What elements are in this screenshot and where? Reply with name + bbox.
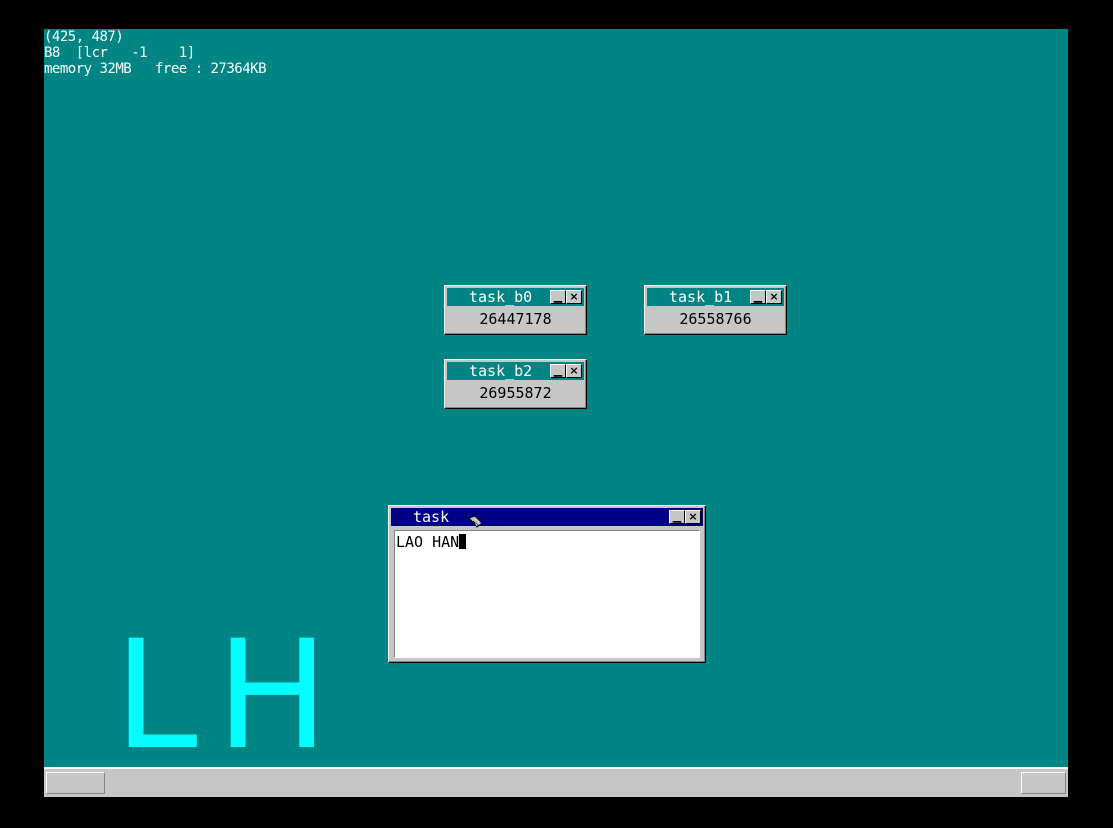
minimize-icon[interactable]: ▁ — [550, 290, 566, 304]
task-b2-window[interactable]: task_b2 ▁ × 26955872 — [444, 359, 587, 409]
logo-letter-h: H — [216, 609, 329, 783]
console-window[interactable]: task ▁ × LAO HAN — [388, 505, 706, 663]
mouse-coords-readout: (425, 487) — [44, 29, 124, 45]
logo-letter-l: L — [114, 609, 198, 783]
task-b2-counter: 26955872 — [479, 384, 552, 402]
task-b1-counter: 26558766 — [679, 310, 752, 328]
task-b2-titlebar[interactable]: task_b2 ▁ × — [447, 362, 584, 380]
task-b1-title: task_b1 — [669, 288, 733, 306]
memory-readout: memory 32MB free : 27364KB — [44, 61, 267, 77]
task-b1-titlebar[interactable]: task_b1 ▁ × — [647, 288, 784, 306]
close-icon[interactable]: × — [566, 290, 582, 304]
task-b0-window[interactable]: task_b0 ▁ × 26447178 — [444, 285, 587, 335]
tray-area[interactable] — [1021, 772, 1066, 794]
task-b0-counter: 26447178 — [479, 310, 552, 328]
text-cursor — [459, 534, 467, 549]
close-icon[interactable]: × — [766, 290, 782, 304]
mouse-pointer-icon — [468, 515, 483, 528]
close-icon[interactable]: × — [566, 364, 582, 378]
console-title: task — [413, 508, 450, 526]
task-b0-title: task_b0 — [469, 288, 533, 306]
minimize-icon[interactable]: ▁ — [750, 290, 766, 304]
start-button[interactable] — [46, 772, 105, 794]
minimize-icon[interactable]: ▁ — [550, 364, 566, 378]
task-b2-title: task_b2 — [469, 362, 533, 380]
console-output: LAO HAN — [396, 533, 467, 551]
console-text-area[interactable]: LAO HAN — [394, 530, 700, 658]
console-titlebar[interactable]: task ▁ × — [391, 508, 703, 526]
key-debug-readout: B8 [lcr -1 1] — [44, 45, 195, 61]
task-b0-titlebar[interactable]: task_b0 ▁ × — [447, 288, 584, 306]
task-b1-window[interactable]: task_b1 ▁ × 26558766 — [644, 285, 787, 335]
desktop[interactable]: (425, 487) B8 [lcr -1 1] memory 32MB fre… — [44, 29, 1068, 797]
console-line: LAO HAN — [396, 533, 460, 551]
taskbar — [44, 767, 1068, 797]
close-icon[interactable]: × — [685, 510, 701, 524]
minimize-icon[interactable]: ▁ — [669, 510, 685, 524]
